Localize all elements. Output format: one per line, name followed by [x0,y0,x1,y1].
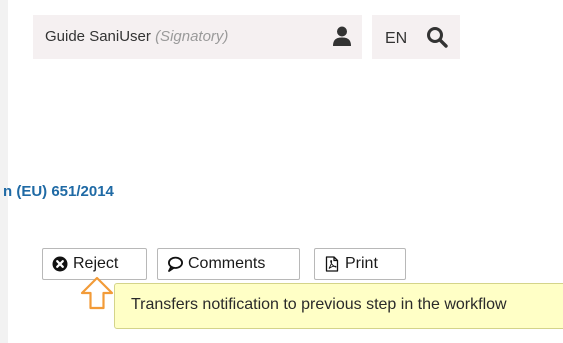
left-edge-strip [0,0,8,343]
times-circle-icon [52,256,68,272]
user-name-label: Guide SaniUser (Signatory) [45,28,228,45]
pdf-file-icon [325,256,339,272]
comment-icon [168,256,183,272]
reject-tooltip: Transfers notification to previous step … [114,283,563,329]
language-search-bar: EN [372,15,460,59]
print-button-label: Print [345,255,378,272]
user-name: Guide SaniUser [45,28,151,45]
pointer-arrow-icon [80,276,114,310]
comments-button-label: Comments [188,255,266,272]
print-button[interactable]: Print [314,248,406,280]
user-role: (Signatory) [155,28,229,45]
regulation-title[interactable]: n (EU) 651/2014 [3,183,114,200]
reject-button-label: Reject [73,255,119,272]
comments-button[interactable]: Comments [157,248,300,280]
search-icon[interactable] [426,26,448,48]
user-icon[interactable] [331,25,353,47]
language-selector[interactable]: EN [385,30,407,48]
tooltip-text: Transfers notification to previous step … [131,296,507,313]
user-menu[interactable]: Guide SaniUser (Signatory) [33,15,362,59]
